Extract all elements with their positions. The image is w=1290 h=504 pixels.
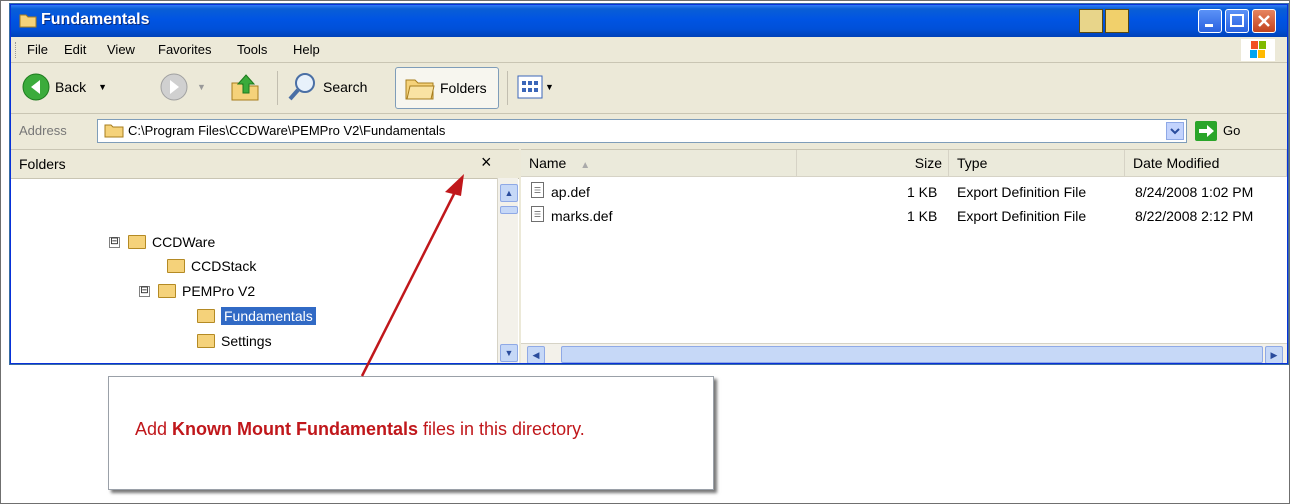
callout-arrow <box>360 174 464 377</box>
